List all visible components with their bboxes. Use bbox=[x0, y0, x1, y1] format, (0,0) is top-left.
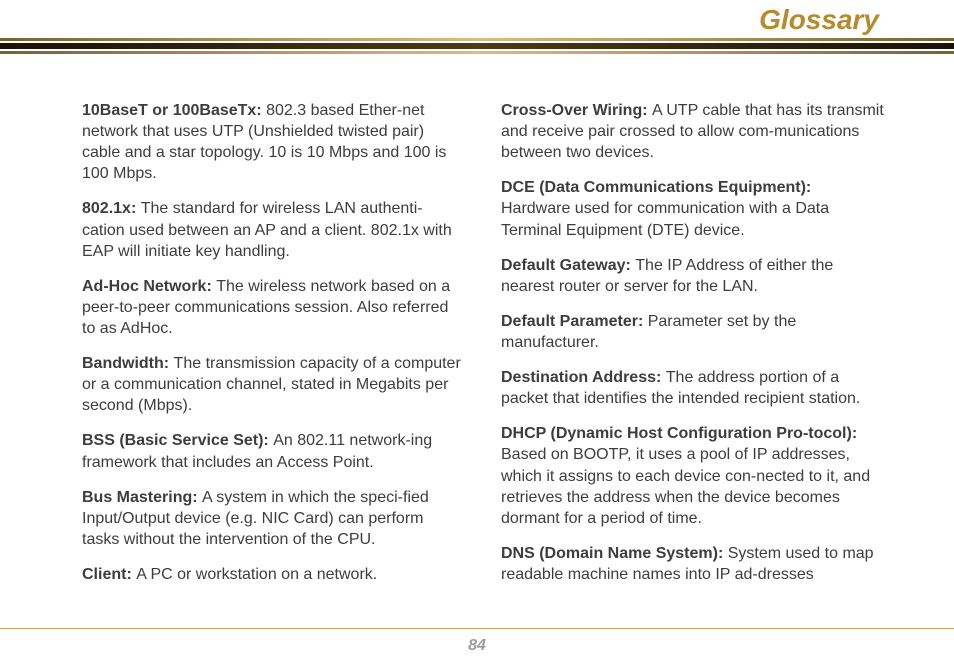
page-number: 84 bbox=[468, 637, 486, 655]
term: BSS (Basic Service Set): bbox=[82, 432, 273, 449]
term: DHCP (Dynamic Host Conﬁguration Pro-toco… bbox=[501, 425, 857, 442]
term: DNS (Domain Name System): bbox=[501, 545, 728, 562]
glossary-content: 10BaseT or 100BaseTx: 802.3 based Ether-… bbox=[0, 62, 954, 599]
glossary-entry: BSS (Basic Service Set): An 802.11 netwo… bbox=[82, 430, 465, 472]
glossary-entry: Bandwidth: The transmission capacity of … bbox=[82, 353, 465, 416]
left-column: 10BaseT or 100BaseTx: 802.3 based Ether-… bbox=[82, 100, 465, 599]
term: Client: bbox=[82, 566, 136, 583]
glossary-entry: DNS (Domain Name System): System used to… bbox=[501, 543, 884, 585]
definition: Hardware used for communication with a D… bbox=[501, 200, 829, 238]
glossary-entry: Destination Address: The address portion… bbox=[501, 367, 884, 409]
glossary-entry: Bus Mastering: A system in which the spe… bbox=[82, 487, 465, 550]
glossary-entry: Ad-Hoc Network: The wireless network bas… bbox=[82, 276, 465, 339]
glossary-entry: DHCP (Dynamic Host Conﬁguration Pro-toco… bbox=[501, 423, 884, 529]
glossary-entry: Cross-Over Wiring: A UTP cable that has … bbox=[501, 100, 884, 163]
term: DCE (Data Communications Equipment): bbox=[501, 179, 811, 196]
term: Default Parameter: bbox=[501, 313, 648, 330]
header-stripes bbox=[0, 38, 954, 54]
term: Bandwidth: bbox=[82, 355, 174, 372]
term: Default Gateway: bbox=[501, 257, 635, 274]
glossary-entry: Default Gateway: The IP Address of eithe… bbox=[501, 255, 884, 297]
glossary-entry: DCE (Data Communications Equipment): Har… bbox=[501, 177, 884, 240]
glossary-entry: Client: A PC or workstation on a network… bbox=[82, 564, 465, 585]
term: Ad-Hoc Network: bbox=[82, 278, 216, 295]
glossary-entry: 10BaseT or 100BaseTx: 802.3 based Ether-… bbox=[82, 100, 465, 184]
definition: A PC or workstation on a network. bbox=[136, 566, 377, 583]
page-title: Glossary bbox=[759, 4, 879, 36]
glossary-entry: 802.1x: The standard for wireless LAN au… bbox=[82, 198, 465, 261]
glossary-entry: Default Parameter: Parameter set by the … bbox=[501, 311, 884, 353]
term: Destination Address: bbox=[501, 369, 666, 386]
term: 802.1x: bbox=[82, 200, 141, 217]
term: Bus Mastering: bbox=[82, 489, 202, 506]
footer-divider bbox=[0, 628, 954, 629]
definition: Based on BOOTP, it uses a pool of IP add… bbox=[501, 446, 870, 526]
term: 10BaseT or 100BaseTx: bbox=[82, 102, 266, 119]
term: Cross-Over Wiring: bbox=[501, 102, 652, 119]
right-column: Cross-Over Wiring: A UTP cable that has … bbox=[501, 100, 884, 599]
page-header: Glossary bbox=[0, 0, 954, 62]
